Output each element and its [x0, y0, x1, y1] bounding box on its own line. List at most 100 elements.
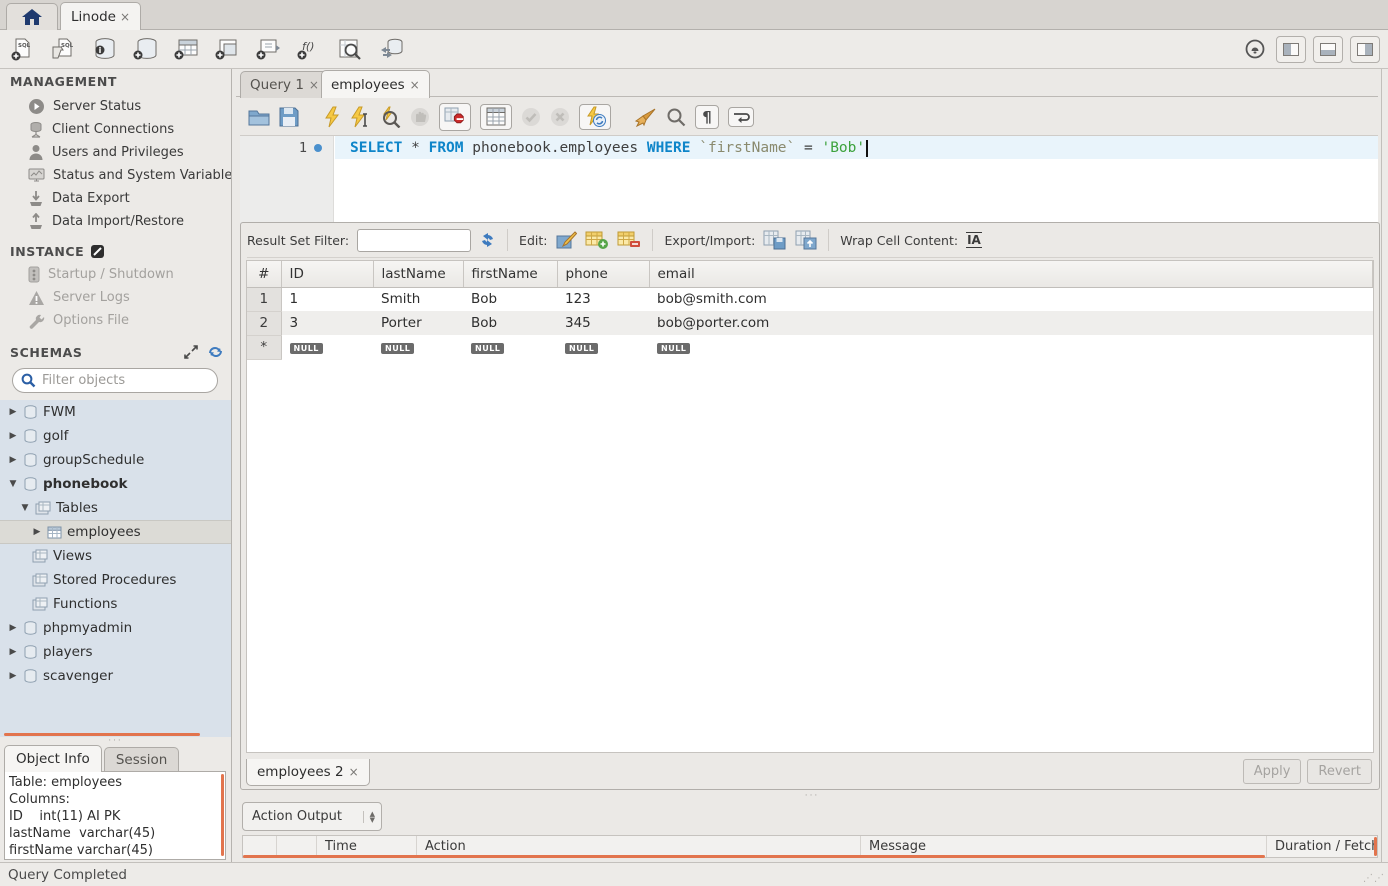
column-header-rownum[interactable]: #: [247, 261, 281, 287]
sidebar-item-status-system-variables[interactable]: Status and System Variables: [0, 164, 231, 187]
search-table-data-icon[interactable]: [336, 35, 364, 63]
tree-item-schema[interactable]: ▶ scavenger: [0, 664, 231, 688]
cell[interactable]: NULL: [557, 335, 649, 359]
wrap-cell-content-icon[interactable]: IA: [966, 232, 982, 248]
tree-item-schema[interactable]: ▶ groupSchedule: [0, 448, 231, 472]
revert-button[interactable]: Revert: [1307, 759, 1372, 784]
expand-schemas-icon[interactable]: [184, 345, 198, 359]
close-icon[interactable]: ×: [309, 78, 319, 92]
show-invisibles-icon[interactable]: ¶: [695, 105, 719, 129]
column-header-phone[interactable]: phone: [557, 261, 649, 287]
home-tab[interactable]: [6, 3, 58, 30]
wrap-text-icon[interactable]: [728, 107, 754, 127]
tree-item-functions-folder[interactable]: Functions: [0, 592, 231, 616]
close-icon[interactable]: ×: [410, 78, 420, 92]
reconnect-dbms-icon[interactable]: [377, 35, 405, 63]
sidebar-item-data-import[interactable]: Data Import/Restore: [0, 210, 231, 233]
create-procedure-icon[interactable]: [254, 35, 282, 63]
cell[interactable]: 1: [281, 287, 373, 311]
tree-item-schema[interactable]: ▶ golf: [0, 424, 231, 448]
toggle-stop-on-error-icon[interactable]: [439, 103, 471, 131]
toggle-autocommit-icon[interactable]: [579, 104, 611, 130]
export-results-icon[interactable]: [763, 230, 787, 250]
beautify-icon[interactable]: [633, 107, 657, 127]
save-script-icon[interactable]: [279, 107, 299, 127]
tree-item-schema[interactable]: ▶ players: [0, 640, 231, 664]
cell[interactable]: Smith: [373, 287, 463, 311]
cell[interactable]: NULL: [463, 335, 557, 359]
close-icon[interactable]: ×: [120, 10, 130, 24]
column-header-lastname[interactable]: lastName: [373, 261, 463, 287]
cell[interactable]: NULL: [281, 335, 373, 359]
tree-scrollbar[interactable]: [4, 733, 200, 736]
new-sql-tab-icon[interactable]: SQL: [8, 35, 36, 63]
tree-item-tables-folder[interactable]: ▼ Tables: [0, 496, 231, 520]
cell[interactable]: 345: [557, 311, 649, 335]
sidebar-item-server-logs[interactable]: Server Logs: [0, 286, 231, 309]
tree-item-stored-procedures-folder[interactable]: Stored Procedures: [0, 568, 231, 592]
tree-item-schema[interactable]: ▶ FWM: [0, 400, 231, 424]
create-view-icon[interactable]: [213, 35, 241, 63]
delete-row-icon[interactable]: [617, 230, 641, 250]
object-info-scrollbar[interactable]: [221, 774, 224, 856]
toggle-bottom-panel-icon[interactable]: [1313, 36, 1343, 63]
column-header-email[interactable]: email: [649, 261, 1373, 287]
import-results-icon[interactable]: [795, 230, 817, 250]
close-icon[interactable]: ×: [349, 765, 359, 779]
output-col-message[interactable]: Message: [861, 836, 1267, 857]
connection-tab-linode[interactable]: Linode ×: [60, 2, 141, 30]
sidebar-item-options-file[interactable]: Options File: [0, 309, 231, 332]
explain-icon[interactable]: [379, 106, 401, 128]
sidebar-item-server-status[interactable]: Server Status: [0, 95, 231, 118]
tab-employees-2[interactable]: employees 2×: [246, 759, 370, 786]
cell[interactable]: bob@smith.com: [649, 287, 1373, 311]
tree-item-schema[interactable]: ▶ phpmyadmin: [0, 616, 231, 640]
cell[interactable]: NULL: [649, 335, 1373, 359]
output-selector[interactable]: Action Output ▲▼: [242, 802, 382, 831]
tree-item-table-employees[interactable]: ▶ employees: [0, 520, 231, 544]
cell[interactable]: Bob: [463, 311, 557, 335]
column-header-firstname[interactable]: firstName: [463, 261, 557, 287]
cell[interactable]: 123: [557, 287, 649, 311]
tree-item-views-folder[interactable]: Views: [0, 544, 231, 568]
output-col-duration[interactable]: Duration / Fetch: [1267, 836, 1377, 857]
apply-button[interactable]: Apply: [1243, 759, 1302, 784]
cell[interactable]: Porter: [373, 311, 463, 335]
refresh-results-icon[interactable]: [479, 232, 496, 248]
toggle-right-panel-icon[interactable]: [1350, 36, 1380, 63]
sidebar-item-client-connections[interactable]: Client Connections: [0, 118, 231, 141]
result-filter-input[interactable]: [357, 229, 471, 252]
open-sql-script-icon[interactable]: SQL: [49, 35, 77, 63]
sidebar-item-users-privileges[interactable]: Users and Privileges: [0, 141, 231, 164]
output-hscrollbar[interactable]: [243, 855, 1265, 858]
tab-object-info[interactable]: Object Info: [4, 745, 102, 772]
sql-statement[interactable]: SELECT * FROM phonebook.employees WHERE …: [350, 137, 868, 159]
create-table-icon[interactable]: [172, 35, 200, 63]
cell[interactable]: Bob: [463, 287, 557, 311]
commit-icon[interactable]: [521, 107, 541, 127]
cell[interactable]: NULL: [373, 335, 463, 359]
tree-item-schema-phonebook[interactable]: ▼ phonebook: [0, 472, 231, 496]
rollback-icon[interactable]: [550, 107, 570, 127]
tab-employees[interactable]: employees×: [321, 70, 430, 98]
stop-icon[interactable]: [410, 107, 430, 127]
execute-icon[interactable]: [323, 106, 341, 128]
output-col-action[interactable]: Action: [417, 836, 861, 857]
create-schema-icon[interactable]: [131, 35, 159, 63]
tab-query-1[interactable]: Query 1×: [240, 71, 329, 98]
edit-cell-icon[interactable]: [555, 230, 577, 250]
find-icon[interactable]: [666, 107, 686, 127]
output-col-time[interactable]: Time: [317, 836, 417, 857]
toggle-left-panel-icon[interactable]: [1276, 36, 1306, 63]
create-function-icon[interactable]: f(): [295, 35, 323, 63]
cell[interactable]: bob@porter.com: [649, 311, 1373, 335]
limit-rows-icon[interactable]: [480, 104, 512, 130]
output-vscrollbar[interactable]: [1374, 837, 1377, 856]
status-circle-icon[interactable]: [1241, 35, 1269, 63]
refresh-schemas-icon[interactable]: [208, 345, 223, 359]
column-header-id[interactable]: ID: [281, 261, 373, 287]
schema-info-icon[interactable]: i: [90, 35, 118, 63]
resize-grip-icon[interactable]: ⋰⋰: [1363, 873, 1385, 884]
execute-current-statement-icon[interactable]: [350, 106, 370, 128]
sidebar-item-data-export[interactable]: Data Export: [0, 187, 231, 210]
